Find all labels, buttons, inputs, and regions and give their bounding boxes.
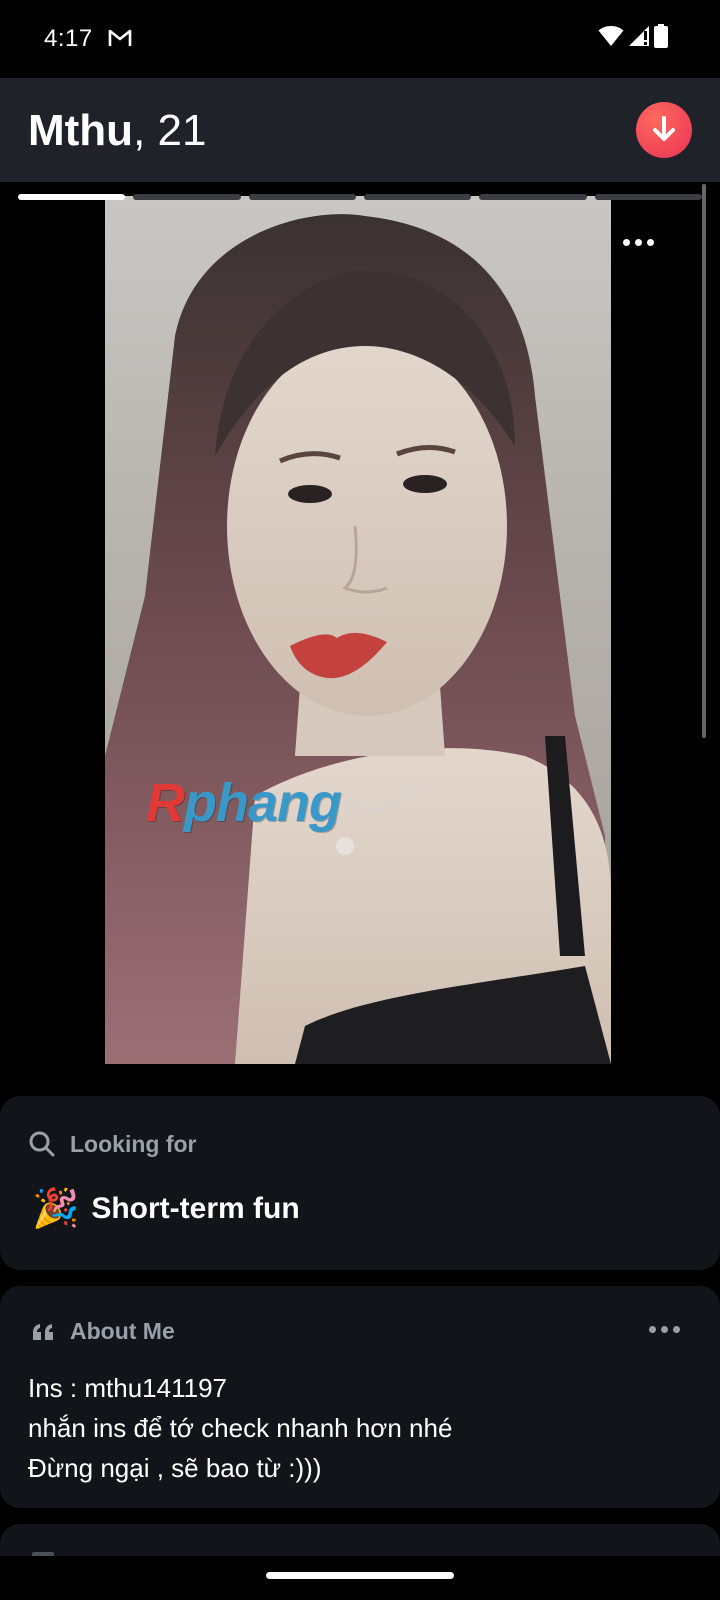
battery-icon	[654, 24, 668, 48]
photo-progress-segment	[18, 194, 126, 200]
name-age-separator: ,	[133, 106, 146, 155]
scrollbar[interactable]	[702, 184, 706, 738]
looking-for-card: Looking for 🎉 Short-term fun	[0, 1096, 720, 1270]
status-bar: 4:17	[0, 0, 720, 78]
watermark: Rphang	[146, 772, 342, 834]
about-me-line: Ins : mthu141197	[28, 1373, 227, 1403]
about-me-text: Ins : mthu141197 nhắn ins để tớ check nh…	[28, 1368, 452, 1488]
photo-progress	[18, 194, 702, 200]
looking-for-text: Short-term fun	[91, 1192, 300, 1225]
collapse-profile-button[interactable]	[636, 102, 692, 158]
arrow-down-icon	[653, 116, 675, 141]
photo-progress-segment	[479, 194, 587, 200]
photo-progress-segment	[594, 194, 702, 200]
search-icon	[29, 1131, 55, 1157]
photo-viewer[interactable]: Rphang	[0, 182, 720, 1082]
photo-illustration	[105, 214, 611, 1064]
about-me-label: About Me	[70, 1318, 175, 1344]
signal-icon	[629, 26, 649, 46]
gmail-icon	[108, 29, 132, 46]
ellipsis-icon[interactable]	[649, 1326, 680, 1333]
status-icons	[598, 24, 668, 48]
profile-photo[interactable]	[105, 196, 611, 1064]
wifi-icon	[598, 26, 624, 46]
party-popper-icon: 🎉	[32, 1188, 80, 1230]
home-handle[interactable]	[266, 1572, 454, 1579]
looking-for-value: 🎉 Short-term fun	[32, 1190, 300, 1228]
profile-name: Mthu	[28, 106, 134, 155]
system-nav-bar	[0, 1556, 720, 1600]
looking-for-label: Looking for	[70, 1130, 197, 1157]
photo-progress-segment	[363, 194, 472, 200]
photo-progress-segment	[248, 194, 356, 200]
ellipsis-icon[interactable]	[620, 234, 656, 250]
about-me-line: Đừng ngại , sẽ bao từ :)))	[28, 1453, 322, 1483]
quote-icon	[33, 1323, 53, 1340]
profile-age: 21	[157, 106, 207, 155]
watermark-rest: phang	[184, 773, 342, 833]
about-me-card: About Me Ins : mthu141197 nhắn ins để tớ…	[0, 1286, 720, 1508]
looking-for-header: Looking for	[28, 1130, 196, 1158]
profile-header: Mthu, 21	[0, 78, 720, 182]
profile-title: Mthu, 21	[28, 106, 206, 156]
photo-progress-segment	[133, 194, 241, 200]
about-me-line: nhắn ins để tớ check nhanh hơn nhé	[28, 1413, 453, 1443]
status-time: 4:17	[44, 25, 93, 52]
watermark-first-letter: R	[146, 773, 185, 833]
about-me-header: About Me	[32, 1318, 175, 1345]
